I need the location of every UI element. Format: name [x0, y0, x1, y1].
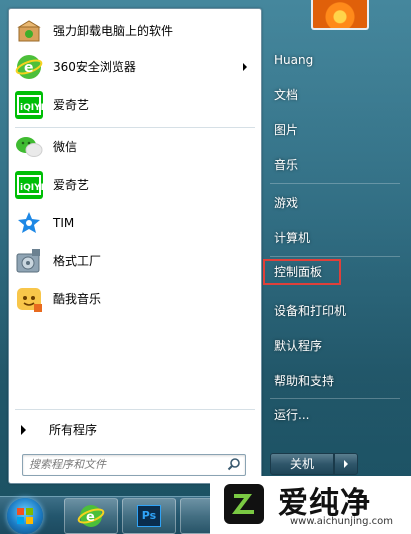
shutdown-options-button[interactable] [334, 453, 358, 475]
expand-arrow-icon [21, 425, 26, 435]
program-item-360-browser[interactable]: e 360安全浏览器 [9, 49, 261, 85]
right-item-music[interactable]: 音乐 [266, 153, 404, 177]
control-panel-highlight-box [263, 259, 341, 285]
right-item-default-programs[interactable]: 默认程序 [266, 334, 404, 358]
program-item-kuwo-music[interactable]: 酷我音乐 [9, 281, 261, 317]
program-item-format-factory[interactable]: 格式工厂 [9, 243, 261, 279]
all-programs-label: 所有程序 [49, 423, 98, 437]
right-item-pictures[interactable]: 图片 [266, 118, 404, 142]
search-icon[interactable] [227, 457, 241, 474]
right-item-run[interactable]: 运行... [266, 403, 404, 427]
program-item-uninstall[interactable]: 强力卸载电脑上的软件 [9, 13, 261, 49]
svg-text:iQIYI: iQIYI [20, 183, 44, 193]
watermark: 爱纯净 www.aichunjing.com [210, 476, 411, 534]
shutdown-button[interactable]: 关机 [270, 453, 334, 475]
program-label: 360安全浏览器 [53, 60, 136, 74]
submenu-arrow-icon[interactable] [243, 63, 247, 71]
search-input[interactable] [29, 456, 219, 472]
program-item-iqiyi-2[interactable]: iQIYI 爱奇艺 [9, 167, 261, 203]
search-box[interactable] [22, 454, 246, 476]
start-menu-program-list: 强力卸载电脑上的软件 e 360安全浏览器 iQIYI 爱奇艺 微信 iQIYI… [8, 8, 262, 484]
tim-icon [13, 207, 45, 239]
right-item-help-support[interactable]: 帮助和支持 [266, 369, 404, 393]
taskbar-app-360-browser[interactable]: e [64, 498, 118, 534]
iqiyi-icon: iQIYI [13, 89, 45, 121]
right-item-documents[interactable]: 文档 [266, 83, 404, 107]
program-item-iqiyi[interactable]: iQIYI 爱奇艺 [9, 87, 261, 123]
right-item-user[interactable]: Huang [266, 48, 404, 72]
divider [15, 127, 255, 128]
format-factory-icon [13, 245, 45, 277]
all-programs-button[interactable]: 所有程序 [9, 415, 261, 445]
uninstall-box-icon [13, 15, 45, 47]
right-item-games[interactable]: 游戏 [266, 191, 404, 215]
photoshop-icon: Ps [137, 505, 161, 527]
program-item-wechat[interactable]: 微信 [9, 129, 261, 165]
watermark-url: www.aichunjing.com [290, 516, 393, 527]
program-label: 微信 [53, 140, 78, 154]
divider [270, 256, 400, 257]
program-label: 格式工厂 [53, 254, 102, 268]
right-item-computer[interactable]: 计算机 [266, 226, 404, 250]
iqiyi-icon: iQIYI [13, 169, 45, 201]
chevron-right-icon [344, 460, 348, 468]
divider [270, 183, 400, 184]
program-label: 爱奇艺 [53, 178, 90, 192]
program-label: 爱奇艺 [53, 98, 90, 112]
svg-text:e: e [86, 510, 95, 525]
svg-text:e: e [24, 60, 34, 76]
right-item-devices-printers[interactable]: 设备和打印机 [266, 299, 404, 323]
divider [270, 398, 400, 399]
wechat-icon [13, 131, 45, 163]
user-avatar[interactable] [311, 0, 369, 30]
windows-logo-icon [17, 508, 33, 524]
desktop: 强力卸载电脑上的软件 e 360安全浏览器 iQIYI 爱奇艺 微信 iQIYI… [0, 0, 411, 534]
program-item-tim[interactable]: TIM [9, 205, 261, 241]
360-browser-icon: e [77, 505, 105, 527]
program-label: 酷我音乐 [53, 292, 102, 306]
taskbar-app-photoshop[interactable]: Ps [122, 498, 176, 534]
program-label: TIM [53, 216, 75, 230]
divider [15, 409, 255, 410]
start-button[interactable] [7, 498, 43, 534]
svg-text:iQIYI: iQIYI [20, 103, 44, 113]
kuwo-music-icon [13, 283, 45, 315]
program-label: 强力卸载电脑上的软件 [53, 24, 174, 38]
watermark-logo-icon [224, 484, 264, 524]
360-browser-icon: e [13, 51, 45, 83]
